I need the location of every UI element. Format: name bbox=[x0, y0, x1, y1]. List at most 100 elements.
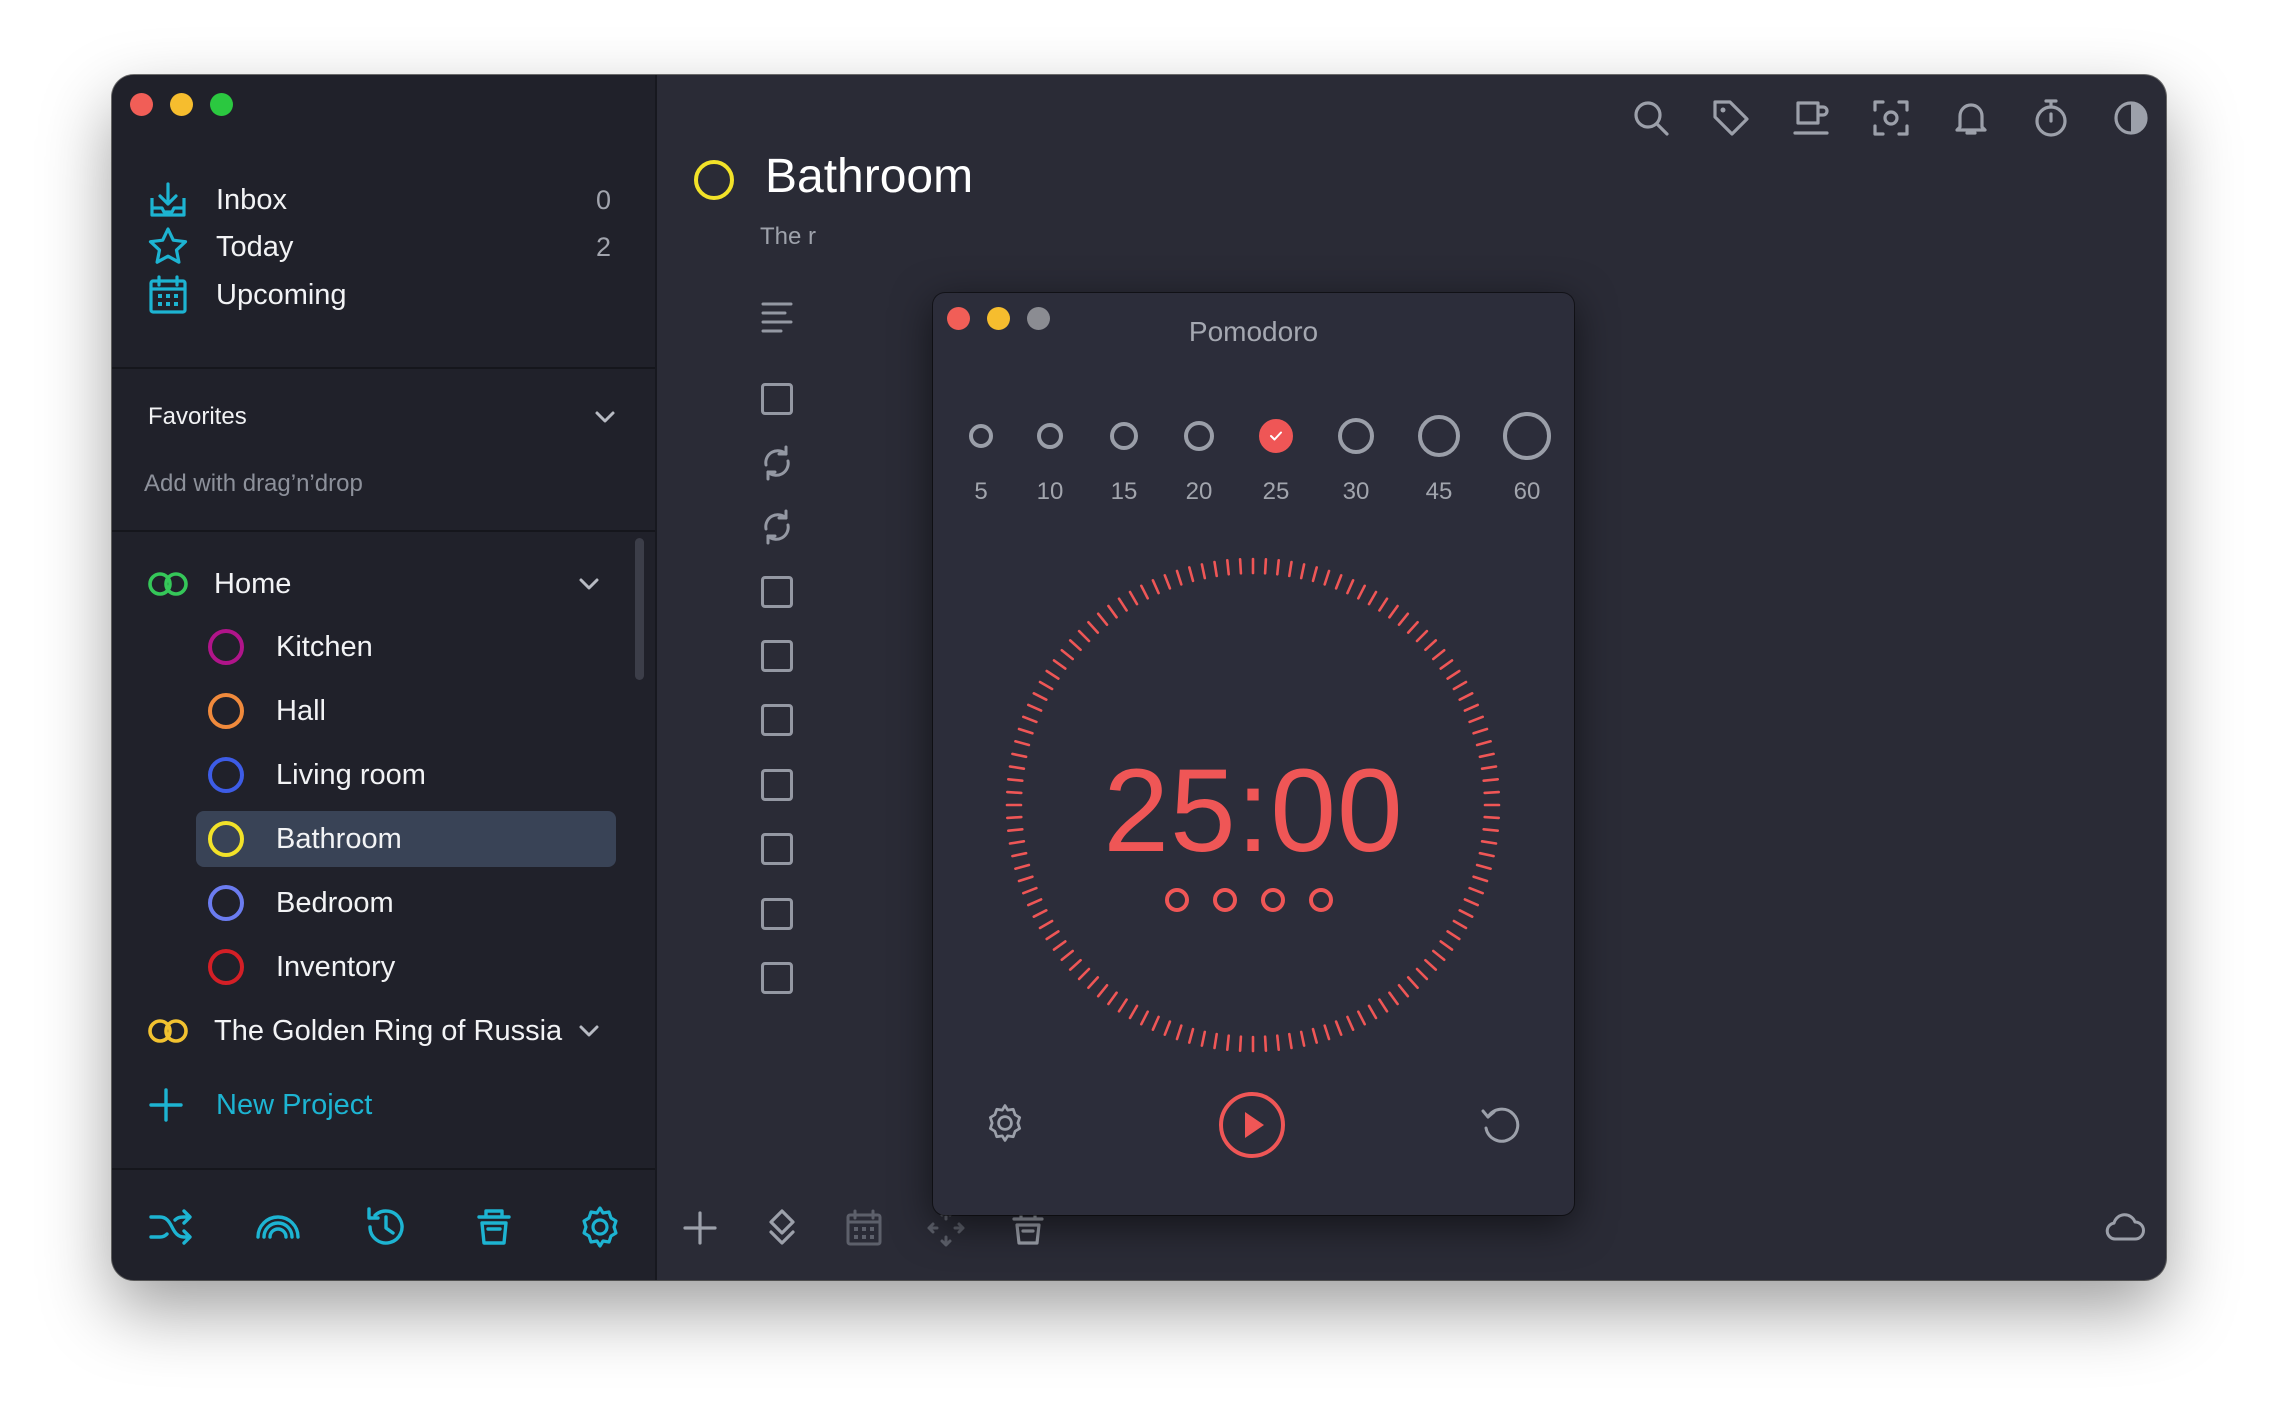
new-project-button[interactable]: New Project bbox=[146, 1085, 372, 1125]
stopwatch-icon[interactable] bbox=[2030, 97, 2072, 139]
chevron-down-icon[interactable] bbox=[574, 1016, 604, 1046]
bell-icon[interactable] bbox=[1950, 97, 1992, 139]
rainbow-icon[interactable] bbox=[254, 1203, 302, 1251]
plus-icon[interactable] bbox=[679, 1207, 721, 1249]
dial-tick bbox=[1463, 703, 1480, 712]
project-inventory[interactable]: Inventory bbox=[196, 939, 616, 995]
search-icon[interactable] bbox=[1630, 97, 1672, 139]
focus-icon[interactable] bbox=[1870, 97, 1912, 139]
dial-tick bbox=[1077, 629, 1091, 643]
play-icon[interactable] bbox=[1217, 1090, 1287, 1160]
dial-tick bbox=[1472, 727, 1489, 735]
task-checkbox[interactable] bbox=[761, 704, 793, 736]
task-checkbox[interactable] bbox=[761, 576, 793, 608]
gear-icon[interactable] bbox=[983, 1101, 1027, 1145]
dial-tick bbox=[1163, 1020, 1172, 1037]
dial-tick bbox=[1406, 620, 1419, 634]
repeat-icon[interactable] bbox=[757, 507, 797, 547]
project-color-icon bbox=[208, 629, 244, 665]
task-checkbox[interactable] bbox=[761, 898, 793, 930]
cloud-icon[interactable] bbox=[2104, 1207, 2146, 1249]
sidebar-scrollbar[interactable] bbox=[635, 538, 644, 680]
dial-tick bbox=[1263, 558, 1268, 575]
project-group-icon bbox=[148, 1019, 188, 1043]
chevron-down-icon[interactable] bbox=[574, 569, 604, 599]
repeat-icon[interactable] bbox=[757, 443, 797, 483]
dial-tick bbox=[1077, 967, 1091, 981]
project-home[interactable]: Home bbox=[146, 556, 616, 612]
zoom-window-button[interactable] bbox=[210, 93, 233, 116]
dial-tick bbox=[1468, 886, 1485, 895]
trash-icon[interactable] bbox=[470, 1203, 518, 1251]
sidebar-divider bbox=[112, 367, 655, 369]
reset-icon[interactable] bbox=[1478, 1101, 1524, 1147]
dial-tick bbox=[1038, 919, 1054, 930]
dial-tick bbox=[1452, 919, 1468, 930]
project-kitchen[interactable]: Kitchen bbox=[196, 619, 616, 675]
dial-tick bbox=[1175, 569, 1183, 586]
duration-label: 25 bbox=[1262, 478, 1290, 505]
project-living-room[interactable]: Living room bbox=[196, 747, 616, 803]
session-dot-icon bbox=[1165, 888, 1189, 912]
duration-option-selected[interactable]: 25 bbox=[1253, 413, 1299, 505]
dial-tick bbox=[1356, 584, 1367, 600]
shuffle-icon[interactable] bbox=[146, 1203, 194, 1251]
app-window: Inbox 0 Today 2 Upcoming Favorites Add w… bbox=[112, 75, 2166, 1280]
inbox-icon bbox=[150, 182, 186, 217]
duration-option[interactable]: 5 bbox=[958, 413, 1004, 505]
nav-count: 2 bbox=[595, 231, 611, 262]
duration-circle-icon bbox=[969, 424, 993, 448]
close-window-button[interactable] bbox=[130, 93, 153, 116]
task-checkbox[interactable] bbox=[761, 769, 793, 801]
move-icon[interactable] bbox=[761, 1207, 803, 1249]
dial-tick bbox=[1439, 940, 1454, 951]
dial-tick bbox=[1140, 1010, 1149, 1026]
dial-tick bbox=[1045, 930, 1060, 941]
project-color-icon[interactable] bbox=[694, 160, 734, 200]
nav-inbox[interactable]: Inbox 0 bbox=[146, 173, 611, 227]
duration-circle-icon bbox=[1418, 415, 1460, 457]
dial-tick bbox=[1452, 680, 1468, 691]
project-description[interactable]: The r bbox=[760, 223, 820, 251]
gear-icon[interactable] bbox=[576, 1203, 624, 1251]
minimize-window-button[interactable] bbox=[170, 93, 193, 116]
task-checkbox[interactable] bbox=[761, 833, 793, 865]
calendar-icon[interactable] bbox=[843, 1207, 885, 1249]
dial-tick bbox=[1087, 976, 1100, 990]
coffee-icon[interactable] bbox=[1790, 97, 1832, 139]
nav-upcoming[interactable]: Upcoming bbox=[146, 268, 611, 322]
nav-today[interactable]: Today 2 bbox=[146, 220, 611, 274]
dial-tick bbox=[1226, 559, 1230, 576]
task-checkbox[interactable] bbox=[761, 383, 793, 415]
duration-option[interactable]: 10 bbox=[1027, 413, 1073, 505]
page-title[interactable]: Bathroom bbox=[765, 149, 973, 204]
dial-tick bbox=[1068, 639, 1082, 652]
project-label: Bedroom bbox=[276, 886, 394, 919]
nav-label: Inbox bbox=[216, 183, 287, 216]
project-bathroom[interactable]: Bathroom bbox=[196, 811, 616, 867]
notes-icon[interactable] bbox=[757, 295, 797, 335]
dial-tick bbox=[1388, 604, 1399, 619]
dial-tick bbox=[1378, 597, 1389, 612]
project-golden-ring[interactable]: The Golden Ring of Russia bbox=[146, 1003, 616, 1059]
duration-circle-icon bbox=[1037, 423, 1063, 449]
project-hall[interactable]: Hall bbox=[196, 683, 616, 739]
task-checkbox[interactable] bbox=[761, 962, 793, 994]
duration-option[interactable]: 45 bbox=[1416, 413, 1462, 505]
duration-option[interactable]: 30 bbox=[1333, 413, 1379, 505]
tag-icon[interactable] bbox=[1710, 97, 1752, 139]
project-label: The Golden Ring of Russia bbox=[214, 1014, 563, 1047]
dial-tick bbox=[1346, 578, 1355, 595]
duration-option[interactable]: 20 bbox=[1176, 413, 1222, 505]
contrast-icon[interactable] bbox=[2110, 97, 2152, 139]
dial-tick bbox=[1213, 1032, 1218, 1050]
dial-tick bbox=[1060, 648, 1074, 661]
duration-label: 5 bbox=[974, 478, 988, 505]
project-bedroom[interactable]: Bedroom bbox=[196, 875, 616, 931]
task-checkbox[interactable] bbox=[761, 640, 793, 672]
duration-option[interactable]: 60 bbox=[1503, 412, 1551, 505]
history-icon[interactable] bbox=[362, 1203, 410, 1251]
duration-option[interactable]: 15 bbox=[1101, 413, 1147, 505]
chevron-down-icon[interactable] bbox=[590, 402, 620, 432]
dial-tick bbox=[1026, 898, 1043, 907]
